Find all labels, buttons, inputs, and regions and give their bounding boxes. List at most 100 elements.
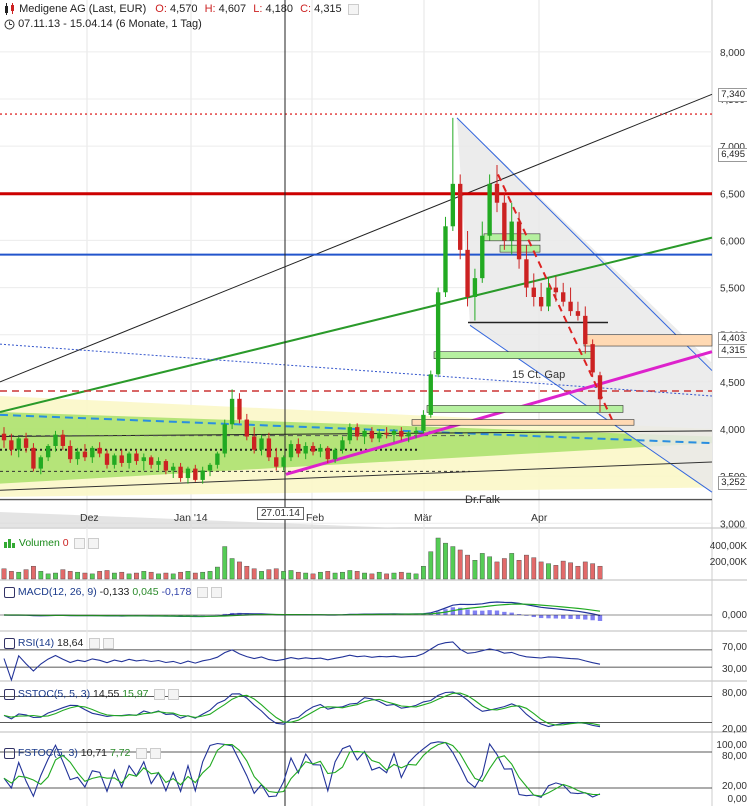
volume-bar (568, 562, 573, 580)
volume-bar (362, 572, 367, 580)
candle-body (524, 259, 529, 288)
sstoc-settings-icon[interactable] (154, 688, 166, 700)
rsi-value: 18,64 (57, 637, 84, 649)
candle-body (450, 183, 456, 227)
volume-bar (82, 572, 88, 580)
candle-body (16, 438, 21, 450)
macd-histogram-bar (494, 610, 500, 615)
macd-value-2: 0,045 (132, 586, 159, 598)
volume-bar (60, 569, 66, 580)
volume-title: Volumen (18, 537, 60, 549)
price-tag-current: 4,315 (718, 344, 747, 358)
gap-rect (411, 419, 635, 426)
settings-icon[interactable] (347, 3, 359, 15)
volume-bar (310, 573, 316, 580)
volume-bar (487, 556, 493, 580)
macd-histogram-bar (538, 615, 544, 619)
volume-bar (163, 572, 169, 580)
macd-settings-icon[interactable] (197, 586, 209, 598)
macd-icon (4, 586, 15, 598)
y-tick-label: 8,000 (720, 48, 745, 59)
volume-bar (141, 571, 147, 580)
volume-bar (546, 563, 551, 580)
candle-body (259, 438, 264, 450)
volume-bar (391, 572, 397, 580)
open-value: 4,570 (169, 3, 198, 15)
volume-bar (97, 571, 103, 580)
candle-body (60, 434, 66, 446)
volume-bar (340, 571, 345, 580)
fstoc-settings-icon[interactable] (136, 747, 148, 759)
fstoc-close-icon[interactable] (150, 747, 162, 759)
macd-histogram-bar (502, 611, 507, 615)
volume-bar (472, 560, 478, 580)
rsi-settings-icon[interactable] (89, 637, 101, 649)
candle-body (516, 221, 522, 260)
volume-bar (318, 571, 323, 580)
candle-body (104, 453, 110, 465)
volume-bar (560, 560, 566, 580)
macd-histogram-bar (472, 610, 478, 615)
y-tick-label: 4,500 (720, 378, 745, 389)
volume-bar (575, 565, 581, 580)
macd-histogram-bar (597, 615, 603, 621)
rsi-close-icon[interactable] (103, 637, 115, 649)
volume-bar (89, 573, 95, 580)
candle-body (68, 445, 73, 460)
close-value: 4,315 (314, 3, 342, 15)
candle-body (237, 398, 242, 420)
volume-bar (398, 571, 404, 580)
volume-bar (192, 572, 198, 580)
candle-body (310, 445, 316, 452)
candle-body (53, 434, 58, 446)
macd-histogram-bar (575, 615, 581, 620)
volume-settings-icon[interactable] (74, 537, 86, 549)
candle-body (406, 432, 411, 437)
candle-body (193, 468, 198, 480)
candle-body (531, 287, 536, 297)
candle-body (443, 226, 448, 293)
candle-body (38, 457, 43, 469)
volume-bar (443, 542, 448, 580)
candle-body (119, 455, 124, 463)
volume-bar (266, 569, 272, 580)
candle-body (590, 344, 595, 373)
macd-histogram-bar (561, 615, 566, 619)
volume-close-icon[interactable] (88, 537, 100, 549)
candle-body (413, 430, 419, 433)
sstoc-value-1: 14,55 (93, 688, 120, 700)
rsi-tick-30: 30,00 (721, 664, 747, 675)
crosshair-date-tag[interactable]: 27.01.14 (257, 507, 304, 520)
gap-annotation: 15 Ct. Gap (512, 369, 566, 381)
x-label-dez: Dez (80, 512, 99, 524)
volume-bar (23, 569, 29, 580)
candle-body (45, 445, 51, 458)
candle-body (244, 419, 249, 437)
volume-bar (251, 568, 257, 580)
low-value: 4,180 (265, 3, 294, 15)
volume-value: 0 (62, 537, 69, 549)
macd-close-icon[interactable] (211, 586, 223, 598)
volume-bar (347, 570, 353, 580)
sstoc-close-icon[interactable] (168, 688, 180, 700)
volume-bar (531, 557, 537, 580)
volume-bar (590, 563, 596, 580)
close-label: C: (300, 3, 312, 15)
volume-bar (295, 571, 301, 580)
volume-bar (104, 570, 110, 580)
candle-body (340, 440, 345, 450)
candle-body (428, 374, 433, 415)
x-label-jan: Jan '14 (174, 512, 208, 524)
macd-histogram-bar (487, 610, 492, 615)
candle-body (369, 430, 375, 439)
y-tick-label: 6,000 (720, 236, 745, 247)
candle-body (185, 468, 191, 479)
period-row: 07.11.13 - 15.04.14 (6 Monate, 1 Tag) (4, 18, 202, 30)
macd-title: MACD(12, 26, 9) (17, 586, 97, 598)
open-label: O: (155, 3, 167, 15)
volume-bar (421, 565, 426, 580)
candle-body (546, 287, 551, 307)
candle-body (347, 427, 353, 441)
candle-body (465, 249, 470, 297)
candle-body (502, 202, 507, 241)
